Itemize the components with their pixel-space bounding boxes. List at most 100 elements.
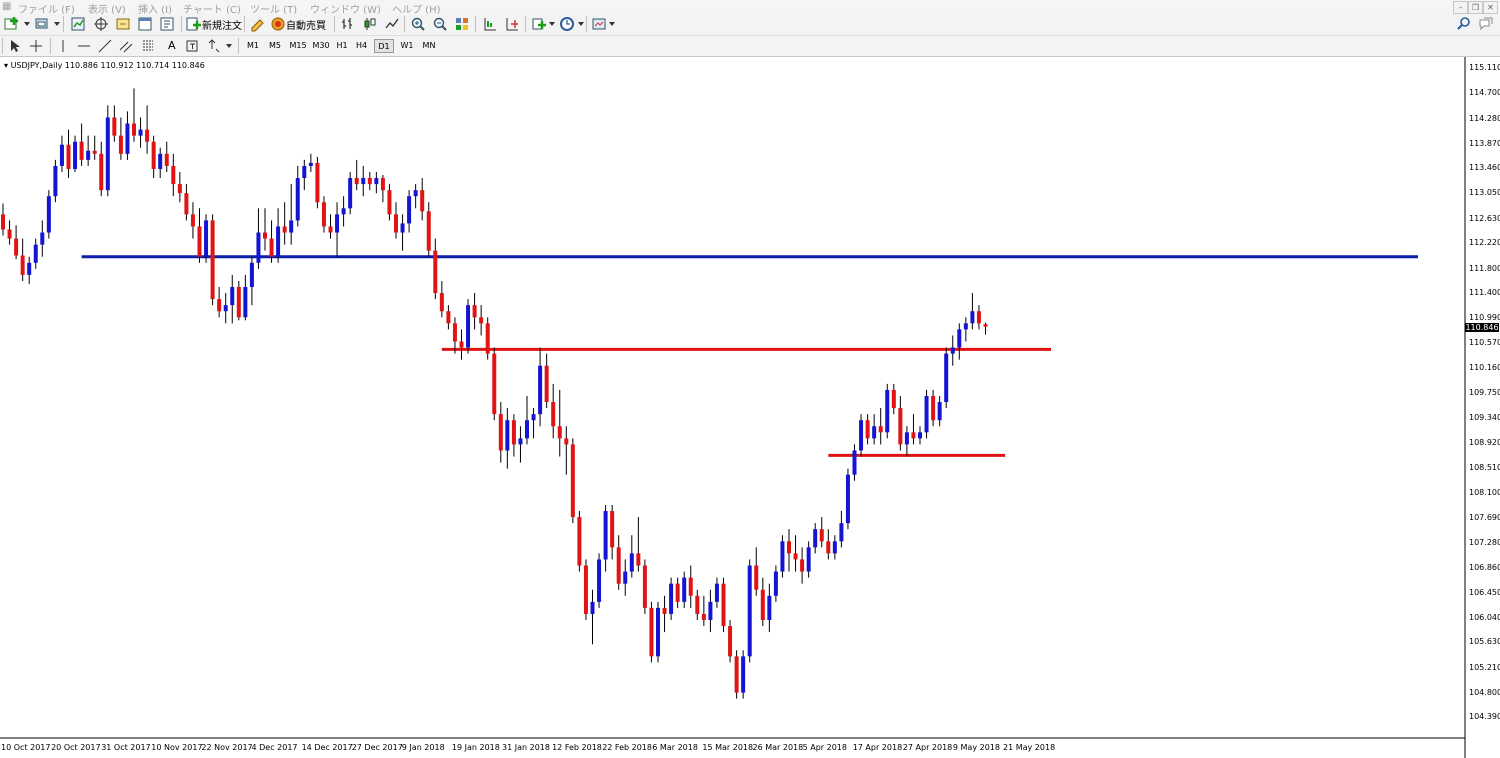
candle-body xyxy=(380,178,385,191)
new-chart-icon[interactable] xyxy=(4,16,20,32)
timeframe-m1[interactable]: M1 xyxy=(243,39,263,53)
candle-body xyxy=(151,141,156,169)
candle-body xyxy=(695,595,700,614)
price-tick-label: 107.690 xyxy=(1469,512,1500,522)
candle-body xyxy=(315,162,320,203)
timeframe-d1[interactable]: D1 xyxy=(374,39,394,53)
candle-body xyxy=(171,165,176,185)
new-order-button[interactable]: 新規注文 xyxy=(186,15,242,33)
candle-body xyxy=(164,153,169,166)
separator xyxy=(475,16,476,32)
candle-body xyxy=(675,583,680,602)
candle-body xyxy=(944,353,949,403)
bar-chart-icon[interactable] xyxy=(340,16,356,32)
zoom-in-icon[interactable] xyxy=(410,16,426,32)
candle xyxy=(531,408,536,439)
candle-body xyxy=(459,341,464,348)
candle xyxy=(891,383,896,415)
price-tick-label: 106.450 xyxy=(1469,587,1500,597)
drawing-and-timeframe-toolbar: A M1 M5 M15 M30 H1 H4 D1 W1 MN xyxy=(0,36,1500,57)
terminal-icon[interactable] xyxy=(137,16,153,32)
market-watch-icon[interactable] xyxy=(70,16,86,32)
chevron-down-icon[interactable] xyxy=(24,22,30,26)
metaeditor-icon[interactable] xyxy=(249,16,265,32)
templates-icon[interactable] xyxy=(591,16,607,32)
timeframe-mn[interactable]: MN xyxy=(418,39,440,53)
new-order-label: 新規注文 xyxy=(202,21,242,32)
candlestick-chart-icon[interactable] xyxy=(362,16,378,32)
candle-body xyxy=(485,323,490,354)
auto-trade-label: 自動売買 xyxy=(286,21,326,32)
candle-body xyxy=(321,202,326,227)
chevron-down-icon[interactable] xyxy=(578,22,584,26)
text-label-icon[interactable] xyxy=(185,38,201,54)
candle-body xyxy=(1,214,5,230)
candle-body xyxy=(354,178,359,185)
horizontal-line-icon[interactable] xyxy=(76,38,92,54)
fibonacci-icon[interactable] xyxy=(140,38,156,54)
tile-windows-icon[interactable] xyxy=(454,16,470,32)
chevron-down-icon[interactable] xyxy=(226,44,232,48)
chart-window[interactable]: ▾ USDJPY,Daily 110.886 110.912 110.714 1… xyxy=(0,57,1500,758)
candle xyxy=(649,601,654,663)
timeframe-h1[interactable]: H1 xyxy=(334,39,350,53)
candle-body xyxy=(963,323,968,330)
price-tick-label: 108.510 xyxy=(1469,463,1500,473)
candle-body xyxy=(682,577,687,602)
app-icon[interactable]: ▦ xyxy=(2,1,11,12)
current-price-marker: 110.846 xyxy=(1465,322,1499,332)
cursor-arrow-icon[interactable] xyxy=(7,38,23,54)
date-tick-label: 10 Oct 2017 xyxy=(1,743,51,752)
periods-clock-icon[interactable] xyxy=(559,16,575,32)
profiles-icon[interactable] xyxy=(34,16,50,32)
candle-body xyxy=(754,565,759,590)
candle-body xyxy=(92,150,97,154)
channel-icon[interactable] xyxy=(118,38,134,54)
price-tick-label: 108.920 xyxy=(1469,438,1500,448)
date-tick-label: 4 Dec 2017 xyxy=(251,743,298,752)
horizontal-lines-layer xyxy=(81,255,1418,457)
indicators-icon[interactable] xyxy=(531,16,547,32)
vertical-line-icon[interactable] xyxy=(55,38,71,54)
arrows-icon[interactable] xyxy=(206,38,222,54)
auto-trade-button[interactable]: 自動売買 xyxy=(270,15,328,33)
tester-icon[interactable] xyxy=(159,16,175,32)
minimize-icon[interactable]: – xyxy=(1453,1,1468,14)
candle xyxy=(27,256,32,284)
text-tool-icon[interactable]: A xyxy=(168,39,176,52)
navigator-icon[interactable] xyxy=(115,16,131,32)
candle xyxy=(92,135,97,160)
candle xyxy=(741,650,746,699)
candle xyxy=(282,202,287,245)
date-tick-label: 21 May 2018 xyxy=(1003,743,1056,752)
timeframe-m15[interactable]: M15 xyxy=(287,39,309,53)
restore-icon[interactable]: ❐ xyxy=(1468,1,1483,14)
auto-scroll-icon[interactable] xyxy=(504,16,520,32)
timeframe-h4[interactable]: H4 xyxy=(353,39,370,53)
trendline-icon[interactable] xyxy=(97,38,113,54)
chevron-down-icon[interactable] xyxy=(609,22,615,26)
candle xyxy=(145,105,150,154)
candle xyxy=(970,293,975,330)
candle-body xyxy=(361,178,366,185)
timeframe-m5[interactable]: M5 xyxy=(265,39,285,53)
timeframe-m30[interactable]: M30 xyxy=(310,39,332,53)
crosshair-tool-icon[interactable] xyxy=(28,38,44,54)
date-tick-label: 31 Jan 2018 xyxy=(502,743,550,752)
chat-icon[interactable] xyxy=(1478,16,1494,32)
crosshair-icon[interactable] xyxy=(93,16,109,32)
candle xyxy=(564,426,569,475)
timeframe-w1[interactable]: W1 xyxy=(397,39,417,53)
line-chart-icon[interactable] xyxy=(384,16,400,32)
candle-body xyxy=(564,438,569,445)
separator xyxy=(181,16,182,32)
chart-shift-icon[interactable] xyxy=(482,16,498,32)
chevron-down-icon[interactable] xyxy=(549,22,555,26)
zoom-out-icon[interactable] xyxy=(432,16,448,32)
chevron-down-icon[interactable] xyxy=(54,22,60,26)
price-chart[interactable] xyxy=(0,57,1500,758)
search-icon[interactable] xyxy=(1456,16,1472,32)
candle xyxy=(734,650,739,699)
close-icon[interactable]: ✕ xyxy=(1483,1,1498,14)
date-tick-label: 19 Jan 2018 xyxy=(451,743,500,752)
